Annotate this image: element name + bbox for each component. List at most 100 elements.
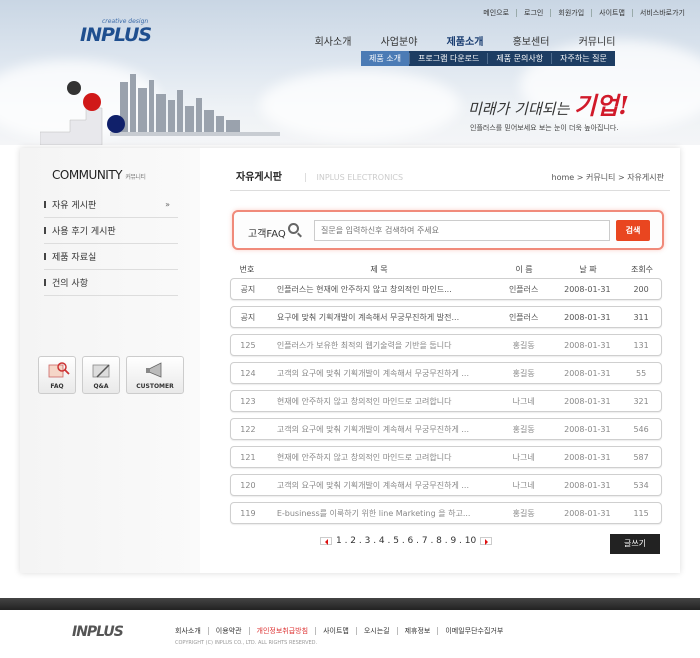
row-author: 홍길동 xyxy=(512,508,535,518)
row-author: 나그네 xyxy=(512,480,535,490)
page-title-text: 자유게시판 xyxy=(236,172,282,183)
gnb-item-business[interactable]: 사업분야 xyxy=(366,33,432,48)
logo[interactable]: creative design INPLUS xyxy=(80,18,152,46)
row-title-link[interactable]: 고객의 요구에 맞춰 기획개발이 계속해서 무궁무진하게 ... xyxy=(265,368,494,379)
sub-nav-item[interactable]: 제품 소개 xyxy=(361,51,409,66)
sidebar-item-free-board[interactable]: 자유 게시판 » xyxy=(44,192,178,218)
row-title-link[interactable]: 인플러스가 보유한 최적의 웹기술력을 기반을 둡니다 xyxy=(265,340,494,351)
footer-logo[interactable]: INPLUS xyxy=(72,624,124,640)
sidebar-item-suggestions[interactable]: 건의 사항 xyxy=(44,270,178,296)
gnb-item-community[interactable]: 커뮤니티 xyxy=(564,33,630,48)
row-author: 인플러스 xyxy=(508,284,539,294)
search-input[interactable] xyxy=(314,220,610,241)
row-title-link[interactable]: 현재에 안주하지 않고 창의적인 마인드로 고려합니다 xyxy=(265,452,494,463)
gnb-item-company[interactable]: 회사소개 xyxy=(300,33,366,48)
table-row[interactable]: 124 고객의 요구에 맞춰 기획개발이 계속해서 무궁무진하게 ... 홍길동… xyxy=(230,362,662,384)
double-arrow-icon: » xyxy=(165,200,170,209)
row-hits: 131 xyxy=(633,340,649,350)
page-title: 자유게시판 INPLUS ELECTRONICS xyxy=(236,168,404,183)
util-link-login[interactable]: 로그인 xyxy=(516,9,550,17)
quick-customer-label: CUSTOMER xyxy=(136,383,174,390)
footer-link[interactable]: 이용약관 xyxy=(207,627,249,635)
footer-link-privacy[interactable]: 개인정보취급방침 xyxy=(248,627,316,635)
row-hits: 587 xyxy=(633,452,649,462)
sub-nav: 제품 소개 프로그램 다운로드 제품 문의사항 자주하는 질문 xyxy=(361,51,615,66)
faq-search-box: 고객FAQ 검색 xyxy=(232,210,664,250)
column-header-no: 번호 xyxy=(239,265,255,274)
footer-link[interactable]: 오시는길 xyxy=(355,627,397,635)
pagination: 1 . 2 . 3 . 4 . 5 . 6 . 7 . 8 . 9 . 10 xyxy=(320,536,493,546)
write-button[interactable]: 글쓰기 xyxy=(610,534,660,554)
page-numbers[interactable]: 1 . 2 . 3 . 4 . 5 . 6 . 7 . 8 . 9 . 10 xyxy=(336,536,476,546)
quick-faq-button[interactable]: FAQ xyxy=(38,356,76,394)
row-hits: 200 xyxy=(633,284,649,294)
sub-nav-item[interactable]: 프로그램 다운로드 xyxy=(408,53,487,64)
row-date: 2008-01-31 xyxy=(564,312,611,322)
row-title-link[interactable]: 현재에 안주하지 않고 창의적인 마인드로 고려합니다 xyxy=(265,396,494,407)
sidebar-menu: 자유 게시판 » 사용 후기 게시판 제품 자료실 건의 사항 xyxy=(44,192,178,296)
slogan-prefix: 미래가 기대되는 xyxy=(468,100,570,118)
column-header-title: 제 목 xyxy=(370,265,388,274)
util-link-sitemap[interactable]: 사이트맵 xyxy=(591,9,632,17)
row-title-link[interactable]: 고객의 요구에 맞춰 기획개발이 계속해서 무궁무진하게 ... xyxy=(265,480,494,491)
footer-link[interactable]: 사이트맵 xyxy=(315,627,356,635)
column-header-name: 이 름 xyxy=(515,265,533,274)
util-link-service[interactable]: 서비스바로가기 xyxy=(631,9,692,17)
footer-link[interactable]: 이메일무단수집거부 xyxy=(437,627,510,635)
footer-link[interactable]: 회사소개 xyxy=(175,627,208,635)
table-row[interactable]: 125 인플러스가 보유한 최적의 웹기술력을 기반을 둡니다 홍길동 2008… xyxy=(230,334,662,356)
footer-bar xyxy=(0,598,700,610)
row-author: 나그네 xyxy=(512,452,535,462)
next-page-button[interactable] xyxy=(480,537,493,545)
sidebar-title-sub: 커뮤니티 xyxy=(125,174,146,181)
table-row[interactable]: 123 현재에 안주하지 않고 창의적인 마인드로 고려합니다 나그네 2008… xyxy=(230,390,662,412)
pencil-icon xyxy=(92,364,110,378)
table-row[interactable]: 121 현재에 안주하지 않고 창의적인 마인드로 고려합니다 나그네 2008… xyxy=(230,446,662,468)
table-row[interactable]: 122 고객의 요구에 맞춰 기획개발이 계속해서 무궁무진하게 ... 홍길동… xyxy=(230,418,662,440)
sub-nav-item[interactable]: 제품 문의사항 xyxy=(487,53,551,64)
row-author: 나그네 xyxy=(512,396,535,406)
table-row[interactable]: 공지 인플러스는 현재에 안주하지 않고 창의적인 마인드... 인플러스 20… xyxy=(230,278,662,300)
quick-links: FAQ Q&A CUSTOMER xyxy=(38,356,184,394)
row-title-link[interactable]: 고객의 요구에 맞춰 기획개발이 계속해서 무궁무진하게 ... xyxy=(265,424,494,435)
row-title-link[interactable]: 요구에 맞춰 기획개발이 계속해서 무궁무진하게 발전... xyxy=(265,312,494,323)
sidebar-title: COMMUNITY 커뮤니티 xyxy=(52,168,146,182)
quick-customer-button[interactable]: CUSTOMER xyxy=(126,356,184,394)
sub-nav-item[interactable]: 자주하는 질문 xyxy=(551,53,615,64)
slogan-subtext: 인플러스를 믿어보세요 보는 눈이 더욱 높아집니다. xyxy=(470,124,619,132)
row-author: 홍길동 xyxy=(512,340,535,350)
search-icon xyxy=(288,223,299,234)
megaphone-icon xyxy=(146,362,162,378)
row-hits: 321 xyxy=(633,396,649,406)
table-row[interactable]: 119 E-business를 이룩하기 위한 line Marketing 을… xyxy=(230,502,662,524)
logo-text: INPLUS xyxy=(80,24,152,46)
row-hits: 311 xyxy=(633,312,649,322)
slogan-bold: 기업! xyxy=(574,91,629,120)
row-hits: 55 xyxy=(636,368,647,378)
prev-page-button[interactable] xyxy=(320,537,332,545)
gnb-item-products[interactable]: 제품소개 xyxy=(432,33,498,48)
util-link-join[interactable]: 회원가입 xyxy=(550,9,591,17)
row-title-link[interactable]: 인플러스는 현재에 안주하지 않고 창의적인 마인드... xyxy=(265,284,494,295)
row-date: 2008-01-31 xyxy=(564,480,611,490)
page-title-english: INPLUS ELECTRONICS xyxy=(305,173,404,182)
row-date: 2008-01-31 xyxy=(564,508,611,518)
footer: INPLUS 회사소개 이용약관 개인정보취급방침 사이트맵 오시는길 제휴정보… xyxy=(0,610,700,658)
row-number: 123 xyxy=(240,396,256,406)
row-number: 125 xyxy=(240,340,256,350)
search-button[interactable]: 검색 xyxy=(616,220,650,241)
search-label: 고객FAQ xyxy=(248,229,286,240)
row-hits: 115 xyxy=(633,508,649,518)
footer-link[interactable]: 제휴정보 xyxy=(396,627,438,635)
sidebar-item-review-board[interactable]: 사용 후기 게시판 xyxy=(44,218,178,244)
sidebar-item-product-archive[interactable]: 제품 자료실 xyxy=(44,244,178,270)
util-link-home[interactable]: 메인으로 xyxy=(476,9,516,17)
gnb-item-pr[interactable]: 홍보센터 xyxy=(498,33,564,48)
table-row[interactable]: 120 고객의 요구에 맞춰 기획개발이 계속해서 무궁무진하게 ... 나그네… xyxy=(230,474,662,496)
row-number: 122 xyxy=(240,424,256,434)
table-row[interactable]: 공지 요구에 맞춰 기획개발이 계속해서 무궁무진하게 발전... 인플러스 2… xyxy=(230,306,662,328)
sidebar-title-text: COMMUNITY xyxy=(52,168,123,182)
quick-qna-button[interactable]: Q&A xyxy=(82,356,120,394)
row-title-link[interactable]: E-business를 이룩하기 위한 line Marketing 을 하고.… xyxy=(265,508,494,519)
row-author: 인플러스 xyxy=(508,312,539,322)
